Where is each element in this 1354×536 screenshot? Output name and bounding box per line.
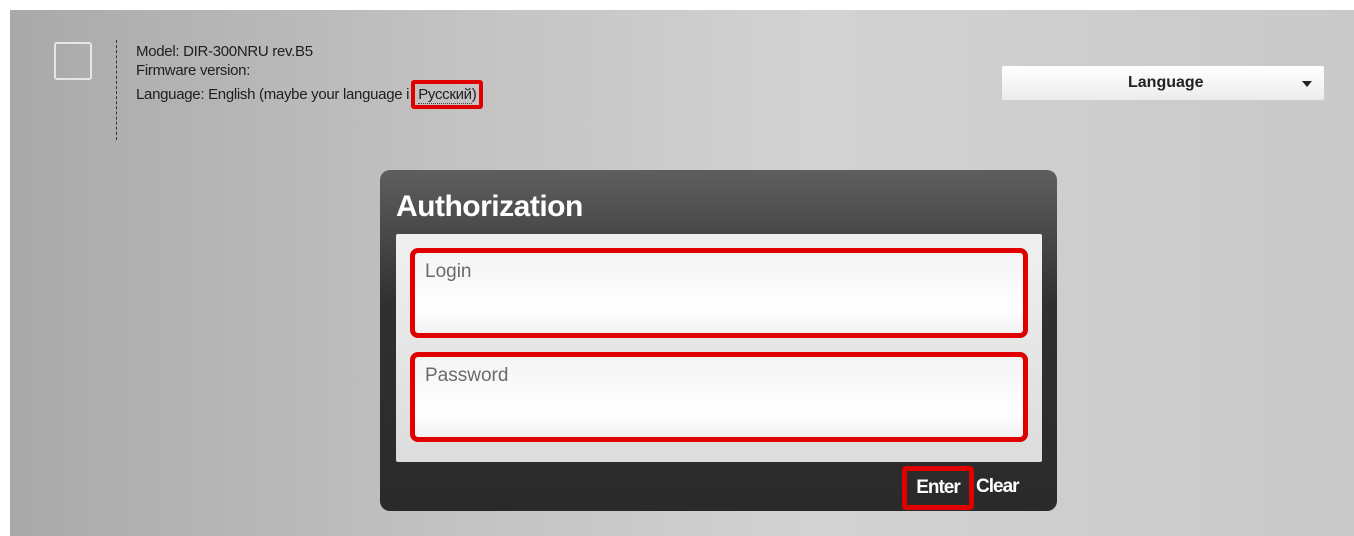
authorization-fields [396,234,1042,462]
russian-language-link[interactable]: Русский) [411,80,484,109]
language-suffix: ) [471,86,477,103]
page-background: Model: DIR-300NRU rev.B5 Firmware versio… [10,10,1354,536]
login-field-highlight [410,248,1028,338]
authorization-panel: Authorization Enter Clear [380,170,1057,511]
password-field-highlight [410,352,1028,442]
firmware-text: Firmware version: [136,62,251,79]
authorization-title: Authorization [396,190,583,223]
model-text: Model: DIR-300NRU rev.B5 [136,43,313,60]
language-dropdown[interactable]: Language [1002,66,1324,100]
login-input[interactable] [419,257,1019,331]
language-text: Language: English (maybe your language i [136,86,410,103]
clear-button[interactable]: Clear [976,476,1020,498]
russian-language-link-label: Русский [418,86,472,104]
device-info: Model: DIR-300NRU rev.B5 Firmware versio… [136,42,484,109]
language-row: Language: English (maybe your language i… [136,80,484,109]
logo-placeholder [54,42,92,80]
password-input[interactable] [419,361,1019,435]
info-divider [116,40,117,140]
chevron-down-icon [1302,81,1312,87]
enter-button[interactable]: Enter [902,466,974,510]
language-dropdown-label: Language [1128,74,1204,91]
